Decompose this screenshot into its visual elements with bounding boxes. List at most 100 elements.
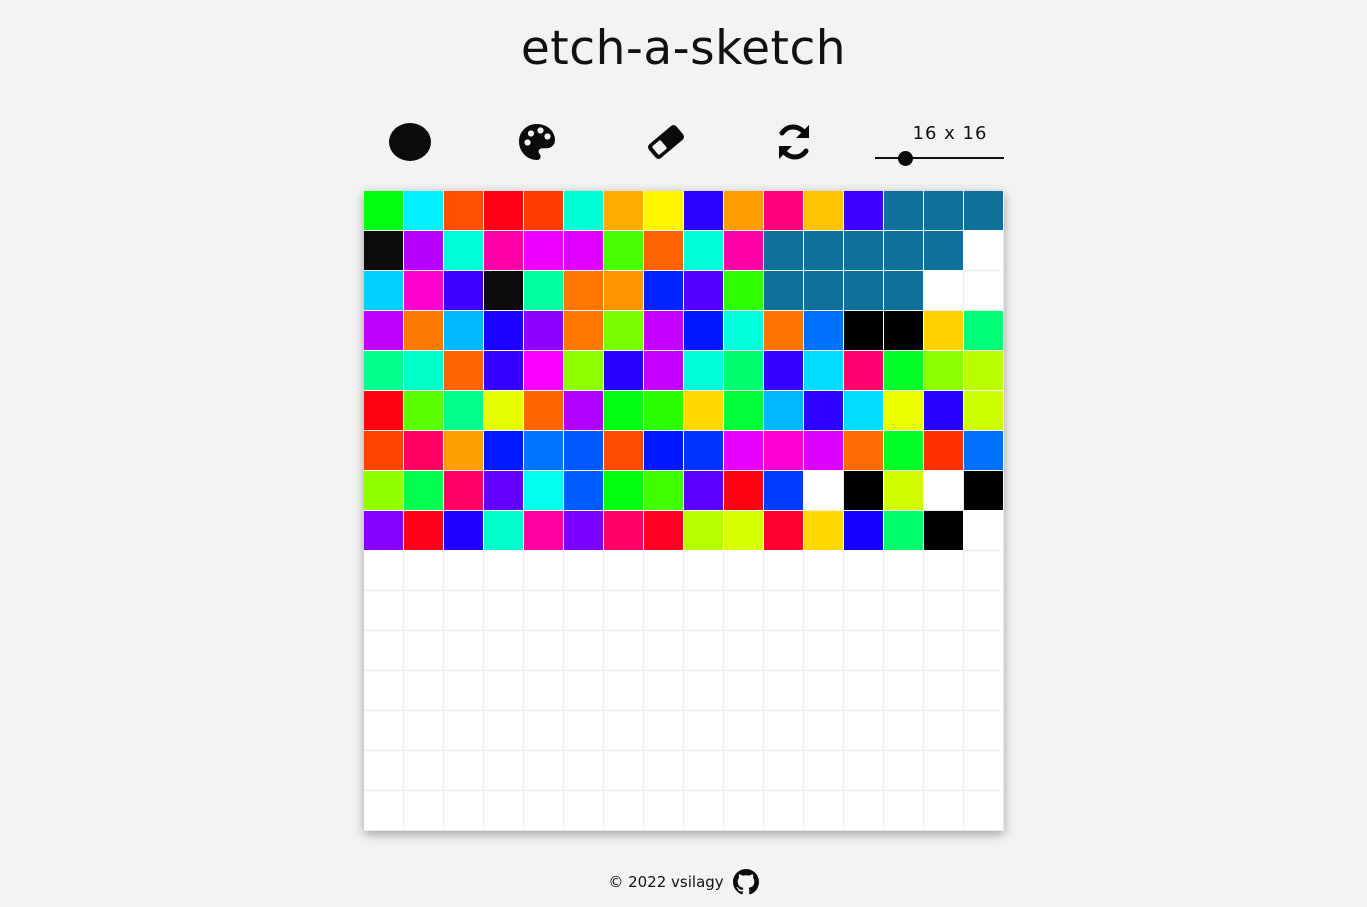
grid-cell[interactable] [724, 431, 764, 471]
grid-cell[interactable] [524, 351, 564, 391]
grid-cell[interactable] [364, 751, 404, 791]
grid-cell[interactable] [604, 791, 644, 831]
rainbow-mode-button[interactable] [513, 118, 561, 166]
grid-cell[interactable] [644, 431, 684, 471]
grid-cell[interactable] [884, 511, 924, 551]
grid-cell[interactable] [884, 231, 924, 271]
grid-cell[interactable] [684, 511, 724, 551]
grid-cell[interactable] [964, 591, 1004, 631]
grid-cell[interactable] [804, 311, 844, 351]
grid-cell[interactable] [444, 231, 484, 271]
grid-cell[interactable] [604, 231, 644, 271]
grid-cell[interactable] [404, 511, 444, 551]
grid-cell[interactable] [364, 551, 404, 591]
grid-cell[interactable] [764, 791, 804, 831]
grid-cell[interactable] [364, 511, 404, 551]
grid-cell[interactable] [524, 431, 564, 471]
grid-cell[interactable] [644, 271, 684, 311]
grid-cell[interactable] [684, 191, 724, 231]
grid-cell[interactable] [484, 431, 524, 471]
grid-cell[interactable] [604, 191, 644, 231]
grid-cell[interactable] [524, 711, 564, 751]
grid-cell[interactable] [884, 431, 924, 471]
grid-cell[interactable] [404, 191, 444, 231]
grid-cell[interactable] [764, 551, 804, 591]
grid-cell[interactable] [404, 791, 444, 831]
grid-cell[interactable] [444, 391, 484, 431]
grid-cell[interactable] [844, 391, 884, 431]
grid-cell[interactable] [804, 191, 844, 231]
grid-cell[interactable] [804, 791, 844, 831]
grid-cell[interactable] [564, 631, 604, 671]
grid-cell[interactable] [644, 351, 684, 391]
grid-cell[interactable] [404, 671, 444, 711]
grid-cell[interactable] [564, 591, 604, 631]
grid-cell[interactable] [764, 351, 804, 391]
grid-cell[interactable] [924, 191, 964, 231]
grid-cell[interactable] [924, 671, 964, 711]
grid-cell[interactable] [644, 311, 684, 351]
grid-cell[interactable] [804, 471, 844, 511]
grid-cell[interactable] [764, 631, 804, 671]
grid-cell[interactable] [524, 631, 564, 671]
grid-cell[interactable] [804, 751, 844, 791]
grid-cell[interactable] [564, 431, 604, 471]
grid-cell[interactable] [724, 591, 764, 631]
grid-cell[interactable] [844, 551, 884, 591]
grid-cell[interactable] [844, 631, 884, 671]
grid-cell[interactable] [924, 631, 964, 671]
grid-cell[interactable] [644, 751, 684, 791]
grid-cell[interactable] [404, 431, 444, 471]
eraser-button[interactable] [642, 118, 690, 166]
grid-cell[interactable] [644, 671, 684, 711]
grid-cell[interactable] [804, 711, 844, 751]
grid-cell[interactable] [924, 591, 964, 631]
grid-cell[interactable] [884, 391, 924, 431]
grid-cell[interactable] [364, 711, 404, 751]
grid-cell[interactable] [804, 631, 844, 671]
grid-cell[interactable] [964, 511, 1004, 551]
grid-cell[interactable] [444, 791, 484, 831]
grid-cell[interactable] [844, 711, 884, 751]
grid-cell[interactable] [964, 551, 1004, 591]
grid-cell[interactable] [924, 271, 964, 311]
grid-cell[interactable] [644, 631, 684, 671]
grid-cell[interactable] [804, 511, 844, 551]
grid-cell[interactable] [964, 191, 1004, 231]
grid-size-slider-track[interactable] [875, 157, 1004, 159]
grid-cell[interactable] [604, 751, 644, 791]
grid-cell[interactable] [484, 271, 524, 311]
grid-cell[interactable] [764, 271, 804, 311]
grid-cell[interactable] [364, 791, 404, 831]
grid-cell[interactable] [644, 551, 684, 591]
grid-cell[interactable] [484, 391, 524, 431]
grid-cell[interactable] [964, 311, 1004, 351]
grid-cell[interactable] [404, 271, 444, 311]
grid-cell[interactable] [524, 311, 564, 351]
grid-cell[interactable] [764, 471, 804, 511]
grid-cell[interactable] [964, 671, 1004, 711]
grid-cell[interactable] [804, 271, 844, 311]
grid-cell[interactable] [484, 311, 524, 351]
grid-cell[interactable] [844, 351, 884, 391]
grid-cell[interactable] [924, 351, 964, 391]
grid-cell[interactable] [564, 711, 604, 751]
grid-cell[interactable] [924, 231, 964, 271]
grid-cell[interactable] [604, 511, 644, 551]
grid-cell[interactable] [524, 671, 564, 711]
grid-cell[interactable] [644, 511, 684, 551]
grid-cell[interactable] [844, 751, 884, 791]
grid-cell[interactable] [724, 551, 764, 591]
grid-cell[interactable] [884, 631, 924, 671]
grid-cell[interactable] [804, 591, 844, 631]
grid-cell[interactable] [444, 551, 484, 591]
grid-cell[interactable] [564, 191, 604, 231]
grid-cell[interactable] [684, 671, 724, 711]
grid-cell[interactable] [644, 791, 684, 831]
grid-cell[interactable] [604, 271, 644, 311]
grid-cell[interactable] [844, 791, 884, 831]
grid-cell[interactable] [364, 191, 404, 231]
grid-cell[interactable] [924, 511, 964, 551]
grid-cell[interactable] [644, 471, 684, 511]
grid-cell[interactable] [404, 711, 444, 751]
